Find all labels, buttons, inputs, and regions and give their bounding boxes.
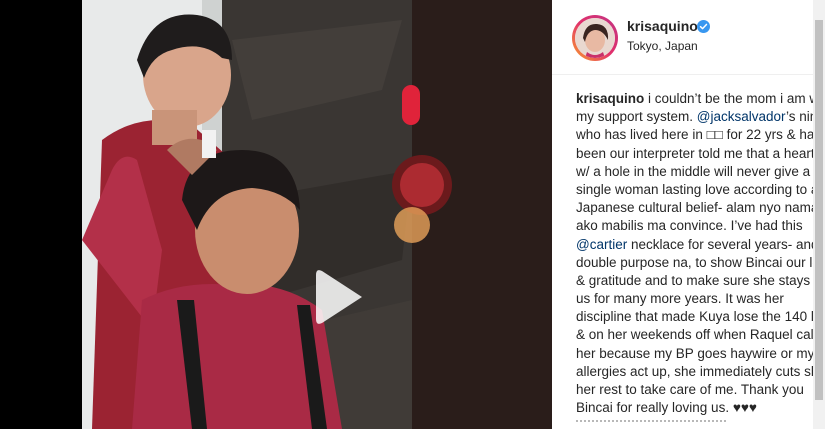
caption-line: single woman lasting love according to a [576,181,825,199]
video-frame [82,0,552,429]
caption-text: Bincai for really loving us. ♥♥♥ [576,400,757,416]
caption-line: her because my BP goes haywire or my [576,345,825,363]
scrollbar-thumb[interactable] [815,20,823,400]
caption-line: & gratitude and to make sure she stays w [576,272,825,290]
caption-text: necklace for several years- and [627,236,819,252]
post-details-panel: krisaquino Tokyo, Japan krisaquino i cou… [552,0,825,429]
caption-text: ako mabilis ma convince. I’ve had this [576,218,803,234]
video-player[interactable] [82,0,552,429]
caption-text: been our interpreter told me that a hear… [576,145,815,161]
caption-line: double purpose na, to show Bincai our lo [576,254,825,272]
caption-text: w/ a hole in the middle will never give … [576,163,811,179]
caption-mention-link[interactable]: @cartier [576,237,627,252]
avatar[interactable] [572,15,618,61]
caption-text: Japanese cultural belief- alam nyo naman [576,200,825,216]
caption-mention-link[interactable]: @jacksalvador [697,109,786,124]
caption-text: & on her weekends off when Raquel calls [576,327,824,343]
caption-text: i couldn’t be the mom i am w [644,91,820,106]
caption-line: ako mabilis ma convince. I’ve had this [576,217,825,235]
caption-text: & gratitude and to make sure she stays w [576,272,824,288]
caption-text: single woman lasting love according to a [576,181,819,197]
verified-badge-icon [697,20,710,33]
lightbox-backdrop[interactable] [0,0,82,429]
caption-line: w/ a hole in the middle will never give … [576,163,825,181]
caption-line: Japanese cultural belief- alam nyo naman [576,199,825,217]
caption-line: us for many more years. It was her [576,290,825,308]
post-username[interactable]: krisaquino [627,18,698,34]
caption-line: discipline that made Kuya lose the 140 l… [576,308,825,326]
caption-text: us for many more years. It was her [576,291,784,307]
post-caption: krisaquino i couldn’t be the mom i am wm… [576,90,825,417]
caption-text: allergies act up, she immediately cuts s… [576,363,825,379]
caption-line: & on her weekends off when Raquel calls [576,326,825,344]
caption-line: krisaquino i couldn’t be the mom i am w [576,90,825,108]
scrollbar[interactable] [813,0,825,429]
play-icon[interactable] [306,265,370,329]
post-header: krisaquino Tokyo, Japan [552,0,825,75]
caption-line: been our interpreter told me that a hear… [576,145,825,163]
comment-hint [576,420,726,424]
caption-line: who has lived here in □□ for 22 yrs & ha [576,126,825,144]
caption-line: my support system. @jacksalvador’s nina [576,108,825,126]
caption-text: her rest to take care of me. Thank you [576,382,804,397]
caption-text: her because my BP goes haywire or my [576,345,815,361]
caption-line: @cartier necklace for several years- and [576,236,825,254]
caption-line: Bincai for really loving us. ♥♥♥ [576,399,825,417]
post-location[interactable]: Tokyo, Japan [627,39,698,53]
caption-text: double purpose na, to show Bincai our lo [576,254,820,270]
caption-username[interactable]: krisaquino [576,91,644,106]
avatar-photo [575,18,615,58]
caption-text: my support system. [576,109,697,125]
caption-text: who has lived here in □□ for 22 yrs & ha [576,127,815,143]
caption-line: her rest to take care of me. Thank you [576,381,825,399]
caption-line: allergies act up, she immediately cuts s… [576,363,825,381]
caption-text: discipline that made Kuya lose the 140 l… [576,309,822,325]
